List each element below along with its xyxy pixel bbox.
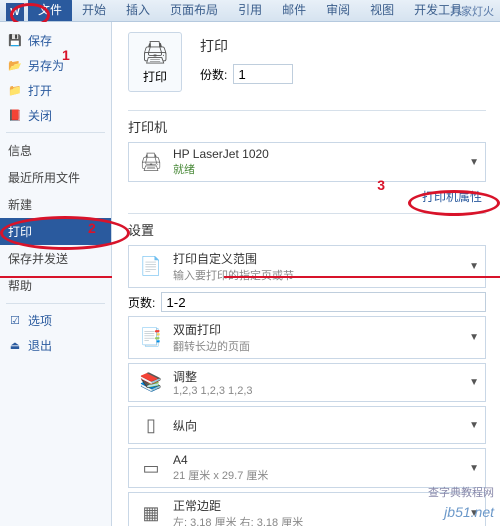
sidebar-item-recent[interactable]: 最近所用文件	[0, 164, 111, 191]
collate-icon: 📚	[135, 369, 167, 397]
duplex-icon: 📑	[135, 324, 167, 352]
tab-insert[interactable]: 插入	[116, 0, 160, 21]
sidebar-item-close[interactable]: 📕 关闭	[0, 103, 111, 128]
sidebar-separator	[6, 132, 105, 133]
copies-input[interactable]	[233, 64, 293, 84]
paper-main: A4	[173, 453, 469, 467]
chevron-down-icon: ▼	[469, 420, 479, 431]
sidebar-separator	[6, 303, 105, 304]
printer-status: 就绪	[173, 161, 469, 177]
exit-icon: ⏏	[8, 339, 22, 353]
duplex-sub: 翻转长边的页面	[173, 338, 469, 354]
printer-name: HP LaserJet 1020	[173, 147, 469, 161]
sidebar-item-options[interactable]: ☑ 选项	[0, 308, 111, 333]
range-sub: 输入要打印的指定页或节	[173, 267, 469, 283]
range-main: 打印自定义范围	[173, 250, 469, 267]
watermark-text-2: 查字典教程网	[428, 484, 494, 500]
section-settings-label: 设置	[128, 213, 486, 239]
watermark-text: jb51.net	[444, 504, 494, 520]
margins-icon: ▦	[135, 500, 167, 526]
sidebar-item-help[interactable]: 帮助	[0, 272, 111, 299]
sidebar-item-saveas[interactable]: 📂 另存为	[0, 53, 111, 78]
open-icon: 📁	[8, 84, 22, 98]
sidebar-item-label: 选项	[28, 312, 52, 329]
print-button[interactable]: 🖨 打印	[128, 32, 182, 92]
paper-sub: 21 厘米 x 29.7 厘米	[173, 467, 469, 483]
tab-review[interactable]: 审阅	[316, 0, 360, 21]
sidebar-item-open[interactable]: 📁 打开	[0, 78, 111, 103]
collate-main: 调整	[173, 368, 469, 385]
pages-label: 页数:	[128, 294, 155, 311]
sidebar-item-save[interactable]: 💾 保存	[0, 28, 111, 53]
ribbon-tabs: W 文件 开始 插入 页面布局 引用 邮件 审阅 视图 开发工具	[0, 0, 500, 22]
orientation-dropdown[interactable]: ▯ 纵向 ▼	[128, 406, 486, 444]
sidebar-item-label: 关闭	[28, 107, 52, 124]
print-button-label: 打印	[143, 68, 167, 85]
collate-sub: 1,2,3 1,2,3 1,2,3	[173, 385, 469, 397]
tab-references[interactable]: 引用	[228, 0, 272, 21]
sidebar-item-new[interactable]: 新建	[0, 191, 111, 218]
chevron-down-icon: ▼	[469, 332, 479, 343]
printer-icon: 🖨	[141, 40, 169, 66]
sidebar-item-label: 另存为	[28, 57, 64, 74]
titlebar-text: 万家灯火	[450, 3, 494, 19]
print-range-dropdown[interactable]: 📄 打印自定义范围 输入要打印的指定页或节 ▼	[128, 245, 486, 288]
annotation-1: 1	[62, 47, 70, 63]
margins-sub: 左: 3.18 厘米 右: 3.18 厘米	[173, 514, 469, 526]
chevron-down-icon: ▼	[469, 261, 479, 272]
chevron-down-icon: ▼	[469, 377, 479, 388]
pages-icon: 📄	[135, 253, 167, 281]
paper-icon: ▭	[135, 454, 167, 482]
sidebar-item-exit[interactable]: ⏏ 退出	[0, 333, 111, 358]
saveas-icon: 📂	[8, 59, 22, 73]
sidebar-item-info[interactable]: 信息	[0, 137, 111, 164]
options-icon: ☑	[8, 314, 22, 328]
copies-label: 份数:	[200, 66, 227, 83]
sidebar-item-label: 退出	[28, 337, 52, 354]
pages-input[interactable]	[161, 292, 486, 312]
sidebar-item-saveship[interactable]: 保存并发送	[0, 245, 111, 272]
printer-dropdown[interactable]: 🖨 HP LaserJet 1020 就绪 ▼	[128, 142, 486, 182]
tab-mail[interactable]: 邮件	[272, 0, 316, 21]
save-icon: 💾	[8, 34, 22, 48]
annotation-3: 3	[377, 177, 385, 193]
chevron-down-icon: ▼	[469, 463, 479, 474]
printer-device-icon: 🖨	[135, 148, 167, 176]
collate-dropdown[interactable]: 📚 调整 1,2,3 1,2,3 1,2,3 ▼	[128, 363, 486, 402]
tab-view[interactable]: 视图	[360, 0, 404, 21]
close-icon: 📕	[8, 109, 22, 123]
printer-properties-link[interactable]: 打印机属性	[128, 186, 486, 207]
portrait-icon: ▯	[135, 411, 167, 439]
annotation-2: 2	[88, 220, 96, 236]
duplex-main: 双面打印	[173, 321, 469, 338]
duplex-dropdown[interactable]: 📑 双面打印 翻转长边的页面 ▼	[128, 316, 486, 359]
paper-dropdown[interactable]: ▭ A4 21 厘米 x 29.7 厘米 ▼	[128, 448, 486, 488]
backstage-sidebar: 1 💾保存 📂另存为 📁打开 📕关闭 信息 最近所用文件 新建 2 打印 保存并…	[0, 22, 112, 526]
print-pane: 🖨 打印 打印 份数: 打印机 🖨 HP LaserJet 1020 就绪 ▼ …	[112, 22, 500, 526]
tab-layout[interactable]: 页面布局	[160, 0, 228, 21]
chevron-down-icon: ▼	[469, 157, 479, 168]
tab-home[interactable]: 开始	[72, 0, 116, 21]
tab-file[interactable]: 文件	[28, 0, 72, 21]
print-title: 打印	[200, 36, 293, 56]
margins-main: 正常边距	[173, 497, 469, 514]
orient-main: 纵向	[173, 417, 469, 434]
sidebar-item-label: 打开	[28, 82, 52, 99]
word-icon: W	[6, 3, 24, 21]
sidebar-item-label: 保存	[28, 32, 52, 49]
section-printer-label: 打印机	[128, 110, 486, 136]
